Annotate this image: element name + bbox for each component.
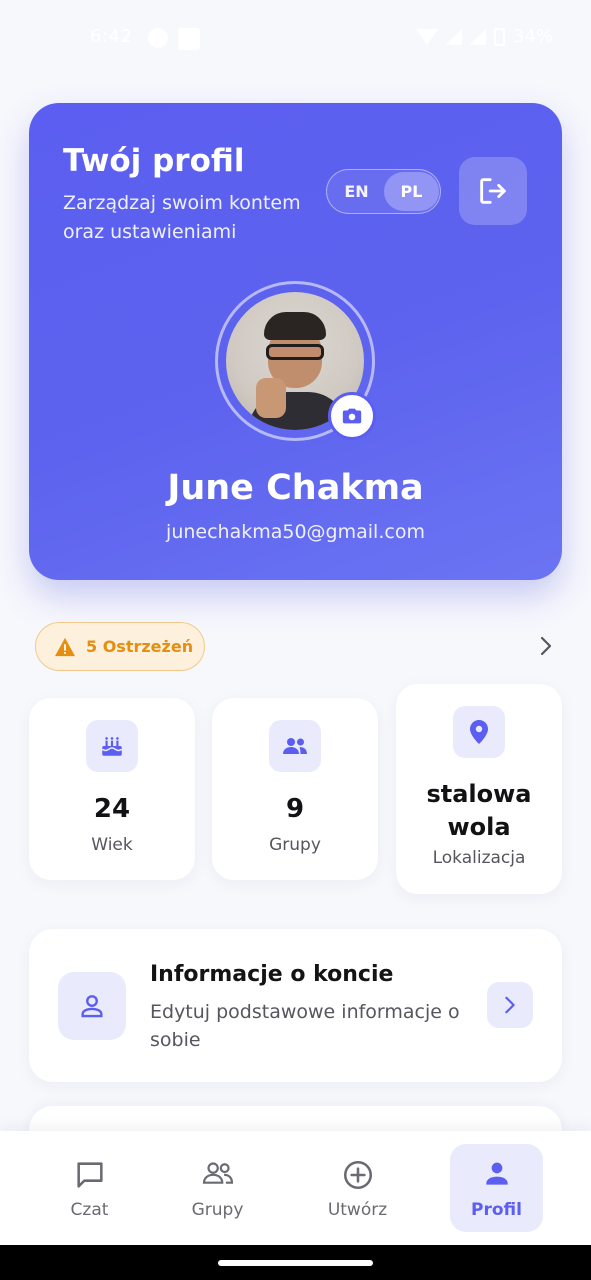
add-circle-icon: [343, 1160, 372, 1190]
warnings-badge[interactable]: 5 Ostrzeżeń: [35, 622, 205, 671]
stat-icon-box: [269, 720, 321, 772]
lang-en-option[interactable]: EN: [329, 172, 384, 211]
group-icon: [283, 738, 307, 754]
warning-icon: [55, 637, 75, 656]
warnings-label: 5 Ostrzeżeń: [86, 637, 194, 656]
stat-card-age: 24 Wiek: [29, 698, 195, 880]
stat-value-location: stalowa wola: [426, 780, 532, 841]
account-info-title: Informacje o koncie: [150, 962, 394, 987]
logout-button[interactable]: [459, 157, 527, 225]
chat-icon: [76, 1162, 103, 1188]
account-info-description: Edytuj podstawowe informacje o sobie: [150, 1001, 460, 1051]
status-time: 6:42: [90, 26, 133, 47]
cake-icon: [101, 737, 123, 756]
stat-card-location: stalowa wola Lokalizacja: [396, 684, 562, 894]
nav-item-utworz[interactable]: Utwórz: [311, 1144, 404, 1232]
messenger-icon: [148, 28, 168, 48]
page-subtitle: Zarządzaj swoim kontem oraz ustawieniami: [63, 192, 301, 243]
person-outline-icon: [81, 995, 103, 1018]
nav-label-utworz: Utwórz: [327, 1200, 388, 1220]
nav-item-czat[interactable]: Czat: [43, 1144, 136, 1232]
wifi-icon: [415, 28, 438, 45]
stat-card-groups: 9 Grupy: [212, 698, 378, 880]
page-title: Twój profil: [63, 143, 245, 179]
warnings-chevron-button[interactable]: [536, 634, 556, 662]
stat-label-groups: Grupy: [269, 835, 321, 855]
stat-icon-box: [453, 706, 505, 758]
avatar-ring: [215, 281, 376, 441]
stat-value-groups: 9: [285, 794, 305, 824]
home-gesture-handle[interactable]: [218, 1260, 373, 1266]
location-pin-icon: [470, 720, 488, 744]
user-name: June Chakma: [167, 468, 424, 508]
nav-label-czat: Czat: [70, 1200, 109, 1220]
camera-icon: [342, 408, 362, 424]
signal-icon: [445, 28, 462, 45]
group-icon: [202, 1162, 233, 1184]
profile-header-card: Twój profil Zarządzaj swoim kontem oraz …: [29, 103, 562, 580]
chevron-right-icon: [505, 996, 515, 1014]
stat-icon-box: [86, 720, 138, 772]
battery-icon: [493, 27, 505, 46]
nav-label-grupy: Grupy: [191, 1200, 244, 1220]
change-photo-button[interactable]: [328, 392, 376, 440]
system-gesture-bar: [0, 1245, 591, 1280]
signal-icon-2: [469, 28, 486, 45]
lang-pl-option[interactable]: PL: [384, 172, 439, 211]
account-info-card[interactable]: Informacje o koncie Edytuj podstawowe in…: [29, 929, 562, 1082]
nav-item-profil[interactable]: Profil: [450, 1144, 543, 1232]
chevron-right-icon: [540, 636, 552, 656]
account-info-open-button[interactable]: [487, 982, 533, 1028]
account-icon-box: [58, 972, 126, 1040]
language-toggle[interactable]: EN PL: [326, 169, 441, 214]
user-email: junechakma50@gmail.com: [166, 521, 425, 543]
logout-icon: [480, 178, 506, 204]
nav-item-grupy[interactable]: Grupy: [171, 1144, 264, 1232]
battery-level: 34%: [512, 26, 553, 47]
stat-label-age: Wiek: [91, 835, 133, 855]
person-icon: [485, 1162, 508, 1185]
stat-label-location: Lokalizacja: [432, 848, 526, 868]
stat-value-age: 24: [93, 794, 131, 824]
status-icons: 34%: [415, 26, 553, 47]
status-bar: 6:42 34%: [0, 0, 591, 78]
bottom-navigation: Czat Grupy Utwórz Profil: [0, 1131, 591, 1245]
nav-label-profil: Profil: [471, 1200, 522, 1220]
notification-icon: [178, 28, 200, 50]
